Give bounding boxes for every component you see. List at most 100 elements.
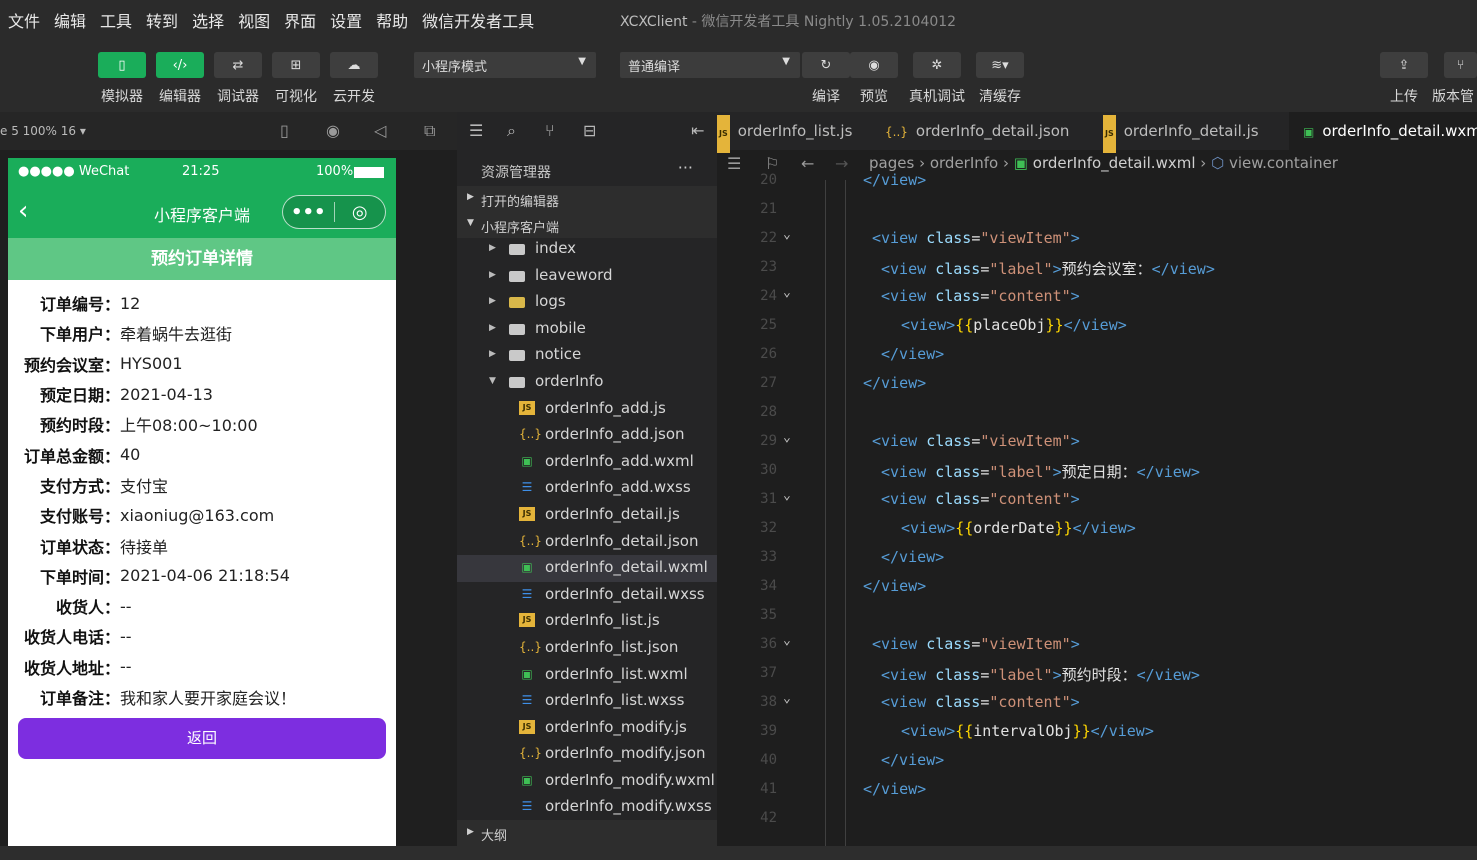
file-tree-item[interactable]: ▣ orderInfo_add.wxml	[457, 449, 717, 476]
file-tree-item[interactable]: {..} orderInfo_detail.json	[457, 529, 717, 556]
line-number: 34	[760, 578, 777, 594]
menu-goto[interactable]: 转到	[140, 8, 184, 32]
simulator-toggle-button[interactable]: ▯	[98, 52, 146, 78]
tab-orderinfo-detail-js[interactable]: JS orderInfo_detail.js	[1103, 112, 1259, 153]
file-tree-item[interactable]: JS orderInfo_detail.js	[457, 502, 717, 529]
return-button[interactable]: 返回	[18, 718, 386, 759]
file-tree-label: orderInfo_add.wxss	[545, 478, 691, 497]
open-editors-section[interactable]: ▶ 打开的编辑器	[457, 186, 717, 212]
file-tree-item[interactable]: ▣ orderInfo_detail.wxml	[457, 555, 717, 582]
code-token: >	[1070, 229, 1080, 247]
code-token: <view>	[901, 316, 956, 334]
more-icon[interactable]: ···	[678, 158, 693, 177]
list-icon[interactable]: ☰	[469, 121, 483, 140]
file-tree-item[interactable]: ▶ logs	[457, 289, 717, 316]
detach-window-icon[interactable]: ⧉	[424, 121, 435, 141]
folder-icon	[509, 350, 525, 362]
code-token: <view>	[901, 519, 956, 537]
tab-orderinfo-detail-json[interactable]: {..} orderInfo_detail.json	[885, 112, 1069, 150]
cloud-dev-button[interactable]: ☁	[330, 52, 378, 78]
code-area[interactable]: 20 </view> 21 22 ⌄ <view class="viewItem"> 23 <…	[717, 171, 1477, 860]
file-tree-item[interactable]: {..} orderInfo_modify.json	[457, 741, 717, 768]
close-target-icon[interactable]: ◎	[334, 202, 385, 223]
detail-label: 收货人：	[55, 598, 120, 618]
chevron-right-icon: ▶	[489, 243, 496, 253]
line-number: 36	[760, 636, 777, 652]
tab-orderinfo-list-js[interactable]: JS orderInfo_list.js	[717, 112, 852, 153]
menu-wechat-devtools[interactable]: 微信开发者工具	[416, 8, 540, 32]
version-button[interactable]: ⑂	[1444, 52, 1477, 78]
mode-select[interactable]: 小程序模式 ▼	[414, 52, 596, 78]
collapse-panel-icon[interactable]: ⇤	[691, 121, 704, 140]
explorer-header: 资源管理器 ···	[457, 150, 717, 186]
project-section[interactable]: ▼ 小程序客户端	[457, 212, 717, 238]
upload-icon: ⇪	[1398, 57, 1410, 73]
file-tree-item[interactable]: {..} orderInfo_add.json	[457, 422, 717, 449]
compile-select[interactable]: 普通编译 ▼	[620, 52, 800, 78]
clear-cache-button[interactable]: ≋▾	[976, 52, 1024, 78]
file-tree-item[interactable]: ▣ orderInfo_list.wxml	[457, 662, 717, 689]
chevron-right-icon: ▶	[489, 269, 496, 280]
code-text: <view class="label">预约会议室：</view>	[881, 258, 1215, 279]
preview-button[interactable]: ◉	[850, 52, 898, 78]
extensions-icon[interactable]: ⊟	[583, 121, 596, 140]
file-tree-item[interactable]: ▣ orderInfo_modify.wxml	[457, 768, 717, 795]
fold-chevron-icon[interactable]: ⌄	[783, 227, 791, 242]
file-tree-item[interactable]: {..} orderInfo_list.json	[457, 635, 717, 662]
phone-icon[interactable]: ▯	[280, 121, 289, 140]
file-tree-item[interactable]: JS orderInfo_list.js	[457, 608, 717, 635]
file-tree-item[interactable]: JS orderInfo_add.js	[457, 396, 717, 423]
menu-tools[interactable]: 工具	[94, 8, 138, 32]
source-control-icon[interactable]: ⑂	[545, 121, 555, 140]
menu-help[interactable]: 帮助	[370, 8, 414, 32]
fold-chevron-icon[interactable]: ⌄	[783, 285, 791, 300]
detail-label: 订单编号：	[39, 295, 120, 315]
file-tree-item[interactable]: ▶ mobile	[457, 316, 717, 343]
code-token: <view	[872, 229, 927, 247]
file-tree-item[interactable]: JS orderInfo_modify.js	[457, 715, 717, 742]
menu-interface[interactable]: 界面	[278, 8, 322, 32]
outline-section[interactable]: ▶ 大纲	[457, 820, 717, 846]
file-tree-item[interactable]: ▶ leaveword	[457, 263, 717, 290]
search-icon[interactable]: ⌕	[507, 121, 516, 141]
file-tree-item[interactable]: ▶ index	[457, 236, 717, 263]
file-tree-item[interactable]: ☰ orderInfo_add.wxss	[457, 475, 717, 502]
fold-chevron-icon[interactable]: ⌄	[783, 633, 791, 648]
wxss-file-icon: ☰	[521, 799, 533, 814]
upload-label: 上传	[1390, 89, 1418, 105]
file-tree-label: orderInfo_list.json	[545, 637, 679, 656]
more-icon[interactable]: •••	[283, 202, 334, 223]
tab-orderinfo-detail-wxml[interactable]: ▣ orderInfo_detail.wxml	[1289, 112, 1477, 150]
menu-edit[interactable]: 编辑	[48, 8, 92, 32]
code-token: </view>	[881, 751, 945, 769]
visual-label: 可视化	[275, 89, 317, 105]
menu-settings[interactable]: 设置	[324, 8, 368, 32]
file-tree-label: orderInfo_modify.wxml	[545, 770, 715, 789]
wxss-file-icon: ☰	[521, 693, 533, 708]
upload-button[interactable]: ⇪	[1380, 52, 1428, 78]
code-token: </view>	[881, 345, 945, 363]
file-tree-item[interactable]: ▼ orderInfo	[457, 369, 717, 396]
file-tree-item[interactable]: ☰ orderInfo_list.wxss	[457, 688, 717, 715]
menu-file[interactable]: 文件	[2, 8, 46, 32]
device-select[interactable]: e 5 100% 16 ▾	[0, 124, 86, 138]
compile-button[interactable]: ↻	[802, 52, 850, 78]
record-icon[interactable]: ◉	[326, 121, 340, 140]
file-tree-item[interactable]: ☰ orderInfo_detail.wxss	[457, 582, 717, 609]
code-token: class	[935, 287, 981, 305]
debugger-toggle-button[interactable]: ⇄	[214, 52, 262, 78]
fold-chevron-icon[interactable]: ⌄	[783, 691, 791, 706]
volume-icon[interactable]: ◁	[374, 121, 386, 140]
detail-row: 订单总金额： 40	[8, 439, 396, 469]
code-token: </view>	[863, 374, 927, 392]
remote-debug-button[interactable]: ✲	[913, 52, 961, 78]
file-tree-item[interactable]: ☰ orderInfo_modify.wxss	[457, 794, 717, 816]
visual-toggle-button[interactable]: ⊞	[272, 52, 320, 78]
fold-chevron-icon[interactable]: ⌄	[783, 488, 791, 503]
editor-toggle-button[interactable]: ‹/›	[156, 52, 204, 78]
menu-view[interactable]: 视图	[232, 8, 276, 32]
wxml-file-icon: ▣	[521, 666, 533, 681]
menu-select[interactable]: 选择	[186, 8, 230, 32]
file-tree-item[interactable]: ▶ notice	[457, 342, 717, 369]
fold-chevron-icon[interactable]: ⌄	[783, 430, 791, 445]
